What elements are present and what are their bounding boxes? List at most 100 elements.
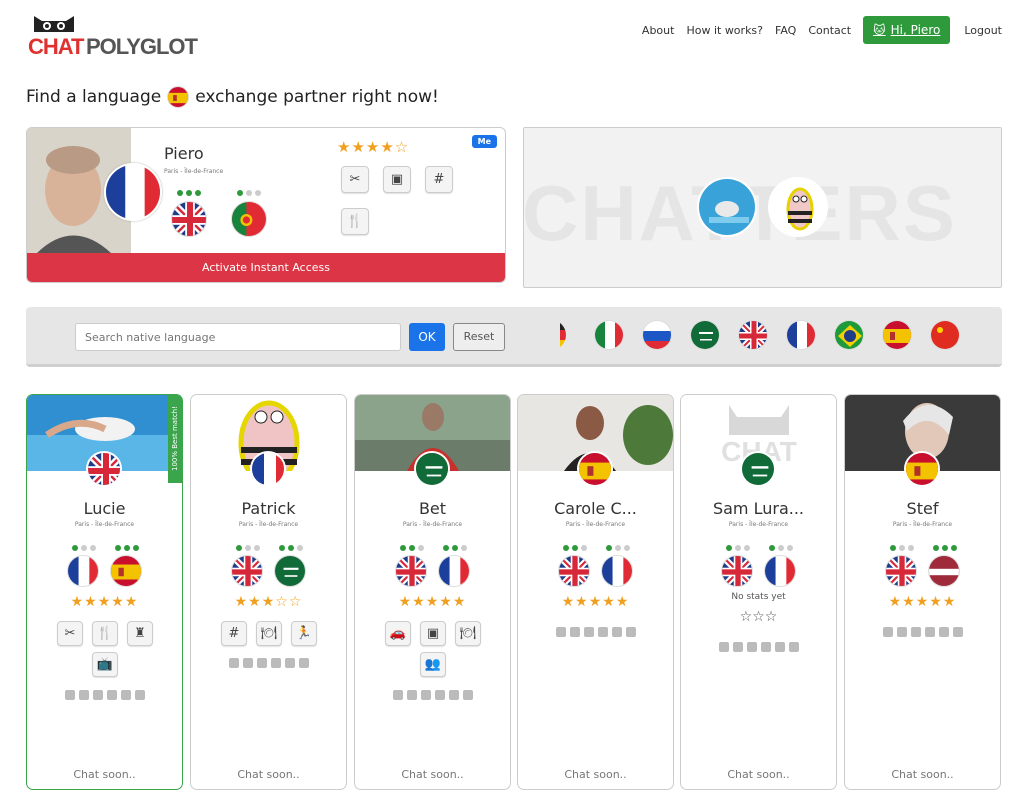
- tiktok-icon[interactable]: [298, 658, 309, 668]
- nav-how-it-works[interactable]: How it works?: [686, 24, 763, 37]
- partner-rating: ★★★★★: [398, 594, 467, 610]
- search-ok-button[interactable]: OK: [409, 323, 445, 351]
- linkedin-icon[interactable]: [882, 627, 893, 637]
- chatter-avatar-cartoon[interactable]: [768, 177, 828, 237]
- partner-card-patrick[interactable]: Patrick Paris - Île-de-France ★★★☆☆ # 🍽 …: [190, 394, 347, 790]
- partner-card-bet[interactable]: Bet Paris - Île-de-France ★★★★★ 🚗 ▣ 🍽 👥 …: [354, 394, 511, 790]
- nav-logout[interactable]: Logout: [964, 24, 1002, 37]
- spain-flag-icon[interactable]: [882, 320, 912, 350]
- search-reset-button[interactable]: Reset: [453, 323, 505, 351]
- partner-card-lucie[interactable]: 100% Best match! Lucie Paris - Île-de-Fr…: [26, 394, 183, 790]
- x-icon[interactable]: [597, 627, 608, 637]
- italy-flag-icon[interactable]: [594, 320, 624, 350]
- youtube-icon[interactable]: [448, 690, 459, 700]
- tools-icon[interactable]: ✂: [57, 621, 83, 646]
- nav-contact[interactable]: Contact: [808, 24, 851, 37]
- brand-logo[interactable]: CHAT POLYGLOT: [28, 12, 198, 59]
- activate-instant-access-button[interactable]: Activate Instant Access: [27, 253, 505, 282]
- tiktok-icon[interactable]: [952, 627, 963, 637]
- restaurant-icon[interactable]: 🍽: [256, 621, 282, 646]
- cooking-icon[interactable]: 🍴: [92, 621, 118, 646]
- instagram-icon[interactable]: [78, 690, 89, 700]
- saudi-arabia-flag-icon[interactable]: [690, 320, 720, 350]
- sa-level-dots: [279, 545, 303, 551]
- chatter-avatar-swimmer[interactable]: [697, 177, 757, 237]
- uk-level-dots: [563, 545, 587, 551]
- spain-flag-icon: [577, 451, 613, 487]
- brazil-flag-icon[interactable]: [834, 320, 864, 350]
- x-icon[interactable]: [106, 690, 117, 700]
- germany-flag-icon[interactable]: [560, 320, 566, 350]
- tiktok-icon[interactable]: [625, 627, 636, 637]
- car-icon[interactable]: 🚗: [385, 621, 411, 646]
- nav-faq[interactable]: FAQ: [775, 24, 796, 37]
- youtube-icon[interactable]: [774, 642, 785, 652]
- facebook-icon[interactable]: [583, 627, 594, 637]
- uk-flag-icon: [395, 555, 427, 587]
- hashtag-icon[interactable]: #: [425, 166, 453, 193]
- x-icon[interactable]: [924, 627, 935, 637]
- cooking-icon[interactable]: 🍴: [341, 208, 369, 235]
- youtube-icon[interactable]: [611, 627, 622, 637]
- x-icon[interactable]: [760, 642, 771, 652]
- uk-level-dots: [890, 545, 914, 551]
- youtube-icon[interactable]: [120, 690, 131, 700]
- running-icon[interactable]: 🏃: [291, 621, 317, 646]
- facebook-icon[interactable]: [256, 658, 267, 668]
- x-icon[interactable]: [270, 658, 281, 668]
- linkedin-icon[interactable]: [228, 658, 239, 668]
- partner-card-sam[interactable]: CHAT Sam Lura... Paris - Île-de-France N…: [680, 394, 837, 790]
- user-greeting-button[interactable]: 🐱 Hi, Piero: [863, 16, 951, 44]
- russia-flag-icon[interactable]: [642, 320, 672, 350]
- partner-card-stef[interactable]: Stef Paris - Île-de-France ★★★★★ Chat so…: [844, 394, 1001, 790]
- tiktok-icon[interactable]: [462, 690, 473, 700]
- x-icon[interactable]: [434, 690, 445, 700]
- instagram-icon[interactable]: [242, 658, 253, 668]
- partner-rating: ★★★★★: [70, 594, 139, 610]
- linkedin-icon[interactable]: [392, 690, 403, 700]
- uk-level-dots: [177, 190, 201, 196]
- film-icon[interactable]: ▣: [383, 166, 411, 193]
- linkedin-icon[interactable]: [718, 642, 729, 652]
- instagram-icon[interactable]: [732, 642, 743, 652]
- spain-flag-icon: [904, 451, 940, 487]
- youtube-icon[interactable]: [938, 627, 949, 637]
- tiktok-icon[interactable]: [788, 642, 799, 652]
- facebook-icon[interactable]: [92, 690, 103, 700]
- facebook-icon[interactable]: [910, 627, 921, 637]
- chef-icon[interactable]: ♜: [127, 621, 153, 646]
- film-icon[interactable]: ▣: [420, 621, 446, 646]
- uk-flag-icon: [721, 555, 753, 587]
- france-flag-icon: [601, 555, 633, 587]
- linkedin-icon[interactable]: [64, 690, 75, 700]
- youtube-icon[interactable]: [284, 658, 295, 668]
- instagram-icon[interactable]: [896, 627, 907, 637]
- top-nav: About How it works? FAQ Contact 🐱 Hi, Pi…: [642, 16, 1002, 44]
- linkedin-icon[interactable]: [555, 627, 566, 637]
- saudi-arabia-flag-icon: [414, 451, 450, 487]
- instagram-icon[interactable]: [406, 690, 417, 700]
- search-native-language-input[interactable]: [75, 323, 401, 351]
- group-icon[interactable]: 👥: [420, 652, 446, 677]
- france-flag-icon[interactable]: [786, 320, 816, 350]
- uk-flag-icon[interactable]: [738, 320, 768, 350]
- spain-flag-icon: [110, 555, 142, 587]
- uk-level-dots: [236, 545, 260, 551]
- partner-card-carole[interactable]: Carole C... Paris - Île-de-France ★★★★★ …: [517, 394, 674, 790]
- my-name: Piero: [164, 144, 204, 163]
- uk-flag-icon: [231, 555, 263, 587]
- china-flag-icon[interactable]: [930, 320, 960, 350]
- instagram-icon[interactable]: [569, 627, 580, 637]
- restaurant-icon[interactable]: 🍽: [455, 621, 481, 646]
- tagline-before: Find a language: [26, 87, 162, 107]
- tools-icon[interactable]: ✂: [341, 166, 369, 193]
- facebook-icon[interactable]: [746, 642, 757, 652]
- chat-soon-label: Chat soon..: [564, 768, 627, 781]
- nav-about[interactable]: About: [642, 24, 675, 37]
- hashtag-icon[interactable]: #: [221, 621, 247, 646]
- tiktok-icon[interactable]: [134, 690, 145, 700]
- tv-icon[interactable]: 📺: [92, 652, 118, 677]
- facebook-icon[interactable]: [420, 690, 431, 700]
- best-match-badge: 100% Best match!: [168, 395, 182, 483]
- partner-rating: ★★★☆☆: [234, 594, 303, 610]
